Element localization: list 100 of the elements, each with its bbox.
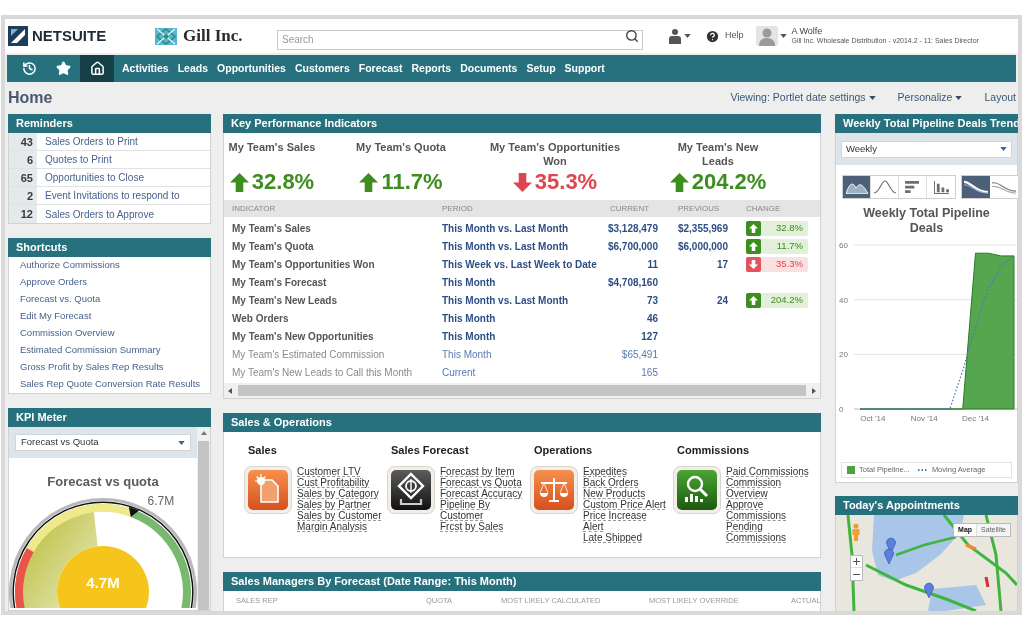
period-link[interactable]: This Week vs. Last Week to Date: [442, 258, 597, 270]
reminder-link[interactable]: Sales Orders to Approve: [45, 206, 154, 222]
report-link[interactable]: Pipeline By Customer: [440, 499, 526, 521]
axis-label: Nov '14: [910, 414, 938, 423]
page-title: Home: [8, 88, 53, 108]
reminder-count: 65: [9, 169, 37, 186]
period-link[interactable]: This Month: [442, 330, 496, 342]
magnifier-chart-icon[interactable]: [673, 466, 721, 514]
report-link[interactable]: Approve Commissions: [726, 499, 812, 521]
shortcut-link[interactable]: Sales Rep Quote Conversion Rate Results: [20, 377, 201, 392]
report-link[interactable]: Forecast Accuracy: [440, 488, 523, 499]
caret-up-icon: [200, 431, 207, 435]
column-chart-icon: [933, 180, 949, 194]
chart-type-button[interactable]: [843, 176, 871, 198]
axis-label: 40: [839, 295, 848, 305]
nav-menu-item[interactable]: Documents: [456, 55, 522, 82]
period-link[interactable]: This Month vs. Last Month: [442, 294, 569, 306]
shortcut-link[interactable]: Commission Overview: [20, 326, 115, 341]
report-link[interactable]: Sales by Category: [297, 488, 379, 499]
report-link[interactable]: Paid Commissions: [726, 466, 809, 477]
nav-menu-item[interactable]: Customers: [290, 55, 354, 82]
report-link[interactable]: Customer LTV: [297, 466, 361, 477]
nav-menu-item[interactable]: Forecast: [354, 55, 407, 82]
map-drawing[interactable]: [836, 515, 1017, 611]
indicator-cell: My Team's Opportunities Won: [232, 258, 375, 270]
page-action-link[interactable]: Personalize: [897, 90, 963, 106]
help-link[interactable]: Help: [725, 29, 744, 43]
period-link[interactable]: This Month: [442, 276, 496, 288]
reminder-link[interactable]: Sales Orders to Print: [45, 134, 138, 149]
nav-menu-item[interactable]: Setup: [522, 55, 560, 82]
map-pin-icon[interactable]: [886, 537, 896, 553]
group-title: Operations: [533, 444, 594, 457]
current-cell: 165: [641, 366, 658, 378]
shortcut-link[interactable]: Forecast vs. Quota: [20, 292, 101, 307]
search-field[interactable]: Search: [277, 29, 643, 50]
report-link[interactable]: Price Increase Alert: [583, 510, 669, 532]
period-select[interactable]: Weekly: [841, 140, 1012, 158]
avatar-icon[interactable]: [755, 26, 778, 46]
logo-icon: [8, 26, 28, 46]
report-link[interactable]: Cust Profitability: [297, 477, 370, 488]
period-link[interactable]: This Month: [442, 348, 492, 360]
map-pin-icon[interactable]: [884, 548, 894, 564]
report-link[interactable]: Late Shipped: [583, 532, 642, 543]
report-link[interactable]: Forecast vs Quota: [440, 477, 522, 488]
caret-icon: [684, 34, 691, 38]
reminder-count: 43: [9, 133, 37, 150]
shortcut-link[interactable]: Gross Profit by Sales Rep Results: [20, 360, 164, 375]
page-action-link[interactable]: Viewing: Portlet date settings: [730, 90, 876, 106]
shortcut-link[interactable]: Authorize Commissions: [20, 258, 120, 273]
reminder-link[interactable]: Quotes to Print: [45, 152, 112, 167]
scrollbar-thumb[interactable]: [238, 385, 806, 396]
document-icon[interactable]: [244, 466, 292, 514]
nav-menu-item[interactable]: Activities: [118, 55, 173, 82]
period-link[interactable]: Current: [442, 366, 476, 378]
report-link[interactable]: New Products: [583, 488, 646, 499]
caret-right-icon: [812, 387, 816, 394]
report-link[interactable]: Back Orders: [583, 477, 639, 488]
nav-menu-item[interactable]: Leads: [173, 55, 213, 82]
home-button[interactable]: [80, 55, 114, 82]
period-link[interactable]: This Month vs. Last Month: [442, 222, 569, 234]
chart-type-button[interactable]: [871, 176, 899, 198]
shortcut-link[interactable]: Edit My Forecast: [20, 309, 92, 324]
kpi-select[interactable]: Forecast vs Quota: [15, 434, 191, 451]
report-link[interactable]: Margin Analysis: [297, 521, 368, 532]
current-cell: 127: [641, 330, 658, 342]
page-action-link[interactable]: Layout: [984, 90, 1016, 106]
report-link[interactable]: Sales by Partner: [297, 499, 371, 510]
period-link[interactable]: This Month vs. Last Month: [442, 240, 569, 252]
report-link[interactable]: Frcst by Sales: [440, 521, 504, 532]
scrollbar-thumb[interactable]: [198, 441, 209, 610]
zoom-in-button[interactable]: [851, 556, 862, 568]
report-link[interactable]: Forecast by Item: [440, 466, 515, 477]
reminder-link[interactable]: Opportunities to Close: [45, 170, 144, 185]
shortcut-link[interactable]: Approve Orders: [20, 275, 88, 290]
curve-style-button[interactable]: [990, 176, 1018, 198]
report-link[interactable]: Sales by Customer: [297, 510, 382, 521]
curve-style-button[interactable]: [962, 176, 990, 198]
shortcut-link[interactable]: Estimated Commission Summary: [20, 343, 161, 358]
nav-menu-item[interactable]: Reports: [407, 55, 456, 82]
arrow-down-icon: [746, 256, 761, 272]
nav-menu-item[interactable]: Support: [560, 55, 609, 82]
kpi-label: My Team's New Leads: [676, 140, 760, 168]
group-title: Sales: [247, 444, 278, 457]
help-icon[interactable]: [705, 28, 720, 44]
person-icon[interactable]: [668, 28, 682, 44]
arrow-down-icon: [512, 172, 532, 192]
reminder-link[interactable]: Event Invitations to respond to: [45, 188, 180, 203]
previous-cell: $2,355,969: [677, 222, 728, 234]
report-link[interactable]: Expedites: [583, 466, 627, 477]
period-link[interactable]: This Month: [442, 312, 496, 324]
current-cell: 73: [646, 294, 658, 306]
horizontal-scrollbar[interactable]: [224, 383, 820, 398]
report-link[interactable]: Custom Price Alert: [583, 499, 666, 510]
report-link[interactable]: Pending Commissions: [726, 521, 812, 543]
axis-label: Dec '14: [962, 414, 989, 423]
vertical-scrollbar[interactable]: [197, 427, 210, 610]
scales-icon[interactable]: [530, 466, 578, 514]
nav-menu-item[interactable]: Opportunities: [213, 55, 290, 82]
report-link[interactable]: Commission Overview: [726, 477, 812, 499]
map-pin-icon[interactable]: [924, 582, 934, 598]
